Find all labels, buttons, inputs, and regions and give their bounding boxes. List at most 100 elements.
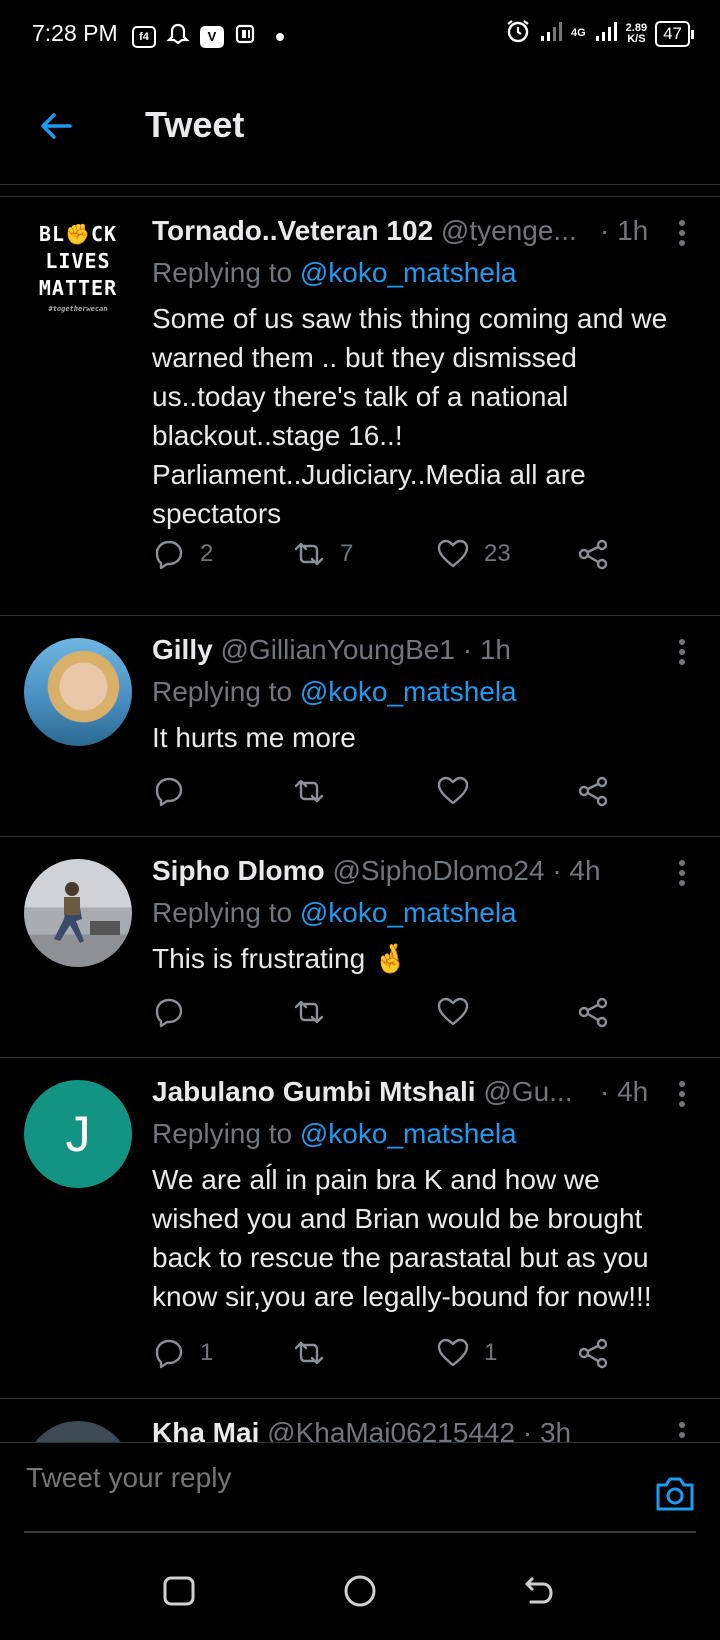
user-handle[interactable]: @tyenge...: [441, 215, 577, 246]
retweet-button[interactable]: 7: [292, 537, 353, 571]
retweet-button[interactable]: [292, 1336, 326, 1370]
user-handle[interactable]: @KhaMai06215442: [267, 1417, 515, 1442]
reply-input[interactable]: [24, 1461, 628, 1495]
heart-icon: [437, 997, 469, 1026]
page-title: Tweet: [145, 104, 245, 145]
retweet-icon: [294, 1341, 324, 1365]
tweet-time: · 3h: [522, 1417, 572, 1442]
back-button[interactable]: [522, 1574, 556, 1608]
reply-button[interactable]: [152, 774, 186, 808]
status-bar: 7:28 PM f4 V 4G 2.89 K/S 47: [0, 0, 720, 72]
tweet-text: We are aĺl in pain bra K and how we wish…: [152, 1164, 652, 1312]
replying-to-link[interactable]: @koko_matshela: [300, 897, 517, 928]
tweet-reply[interactable]: Kha Mai @KhaMai06215442 · 3h: [0, 1399, 720, 1442]
replying-label: Replying to: [152, 257, 293, 288]
replying-label: Replying to: [152, 676, 293, 707]
share-icon: [578, 776, 608, 807]
tweet-actions: 1 1: [152, 1336, 690, 1376]
retweet-icon: [294, 1000, 324, 1024]
avatar-text: MATTER: [38, 276, 118, 300]
reply-count: 2: [200, 540, 214, 567]
recent-apps-button[interactable]: [162, 1574, 196, 1608]
reply-icon: [155, 777, 183, 807]
share-button[interactable]: [576, 1336, 610, 1370]
back-arrow-icon[interactable]: [36, 106, 76, 146]
user-handle[interactable]: @GillianYoungBe1: [220, 634, 454, 665]
retweet-button[interactable]: [292, 995, 326, 1029]
reply-composer: [0, 1442, 720, 1539]
network-type: 4G: [570, 27, 586, 39]
more-options-icon[interactable]: [678, 1080, 686, 1108]
display-name[interactable]: Jabulano Gumbi Mtshali: [152, 1076, 476, 1107]
more-options-icon[interactable]: [678, 1421, 686, 1442]
replying-label: Replying to: [152, 1118, 293, 1149]
like-button[interactable]: [436, 995, 470, 1029]
retweet-button[interactable]: [292, 774, 326, 808]
tweet-actions: [152, 995, 690, 1035]
avatar-text: #togetherwecan: [48, 305, 108, 313]
input-underline: [24, 1531, 696, 1533]
user-handle[interactable]: @SiphoDlomo24: [332, 855, 544, 886]
reply-count: 1: [200, 1339, 214, 1366]
avatar[interactable]: J: [24, 1080, 132, 1188]
more-options-icon[interactable]: [678, 638, 686, 666]
avatar[interactable]: [24, 859, 132, 967]
share-icon: [578, 997, 608, 1028]
replies-feed[interactable]: BL✊CK LIVES MATTER #togetherwecan Tornad…: [0, 197, 720, 1442]
v-notification-icon: V: [200, 25, 224, 48]
reply-icon: [155, 998, 183, 1028]
more-options-icon[interactable]: [678, 219, 686, 247]
avatar-text: BL✊CK: [38, 222, 118, 246]
avatar-letter: J: [65, 1106, 91, 1162]
system-nav-bar: [0, 1540, 720, 1640]
heart-icon: [437, 776, 469, 805]
user-handle[interactable]: @Gu...: [483, 1076, 572, 1107]
like-count: 23: [484, 540, 511, 567]
reply-button[interactable]: 1: [152, 1336, 213, 1370]
camera-icon[interactable]: [654, 1475, 696, 1513]
avatar[interactable]: [24, 1421, 132, 1442]
tweet-time: · 1h: [600, 215, 649, 246]
like-count: 1: [484, 1339, 498, 1366]
signal-icon-1: [539, 20, 563, 47]
reply-button[interactable]: [152, 995, 186, 1029]
more-notifications-dot: [276, 32, 284, 41]
like-button[interactable]: [436, 774, 470, 808]
replying-label: Replying to: [152, 897, 293, 928]
battery-indicator: 47: [655, 20, 694, 47]
replying-to-link[interactable]: @koko_matshela: [300, 257, 517, 288]
tweet-reply[interactable]: Sipho Dlomo @SiphoDlomo24 · 4h Replying …: [0, 837, 720, 1058]
tweet-text: Some of us saw this thing coming and we …: [152, 303, 668, 529]
retweet-icon: [294, 542, 324, 566]
tweet-actions: [152, 774, 690, 814]
more-options-icon[interactable]: [678, 859, 686, 887]
share-button[interactable]: [576, 995, 610, 1029]
heart-icon: [437, 1338, 469, 1367]
replying-to-link[interactable]: @koko_matshela: [300, 1118, 517, 1149]
tweet-time: · 4h: [600, 1076, 649, 1107]
tweet-reply[interactable]: BL✊CK LIVES MATTER #togetherwecan Tornad…: [0, 197, 720, 616]
display-name[interactable]: Tornado..Veteran 102: [152, 215, 433, 246]
avatar[interactable]: BL✊CK LIVES MATTER #togetherwecan: [24, 219, 132, 327]
alarm-icon: [505, 18, 531, 49]
share-button[interactable]: [576, 537, 610, 571]
tweet-reply[interactable]: J Jabulano Gumbi Mtshali @Gu... · 4h Rep…: [0, 1058, 720, 1399]
retweet-icon: [294, 779, 324, 803]
ghost-notification-icon: [166, 22, 190, 51]
display-name[interactable]: Kha Mai: [152, 1417, 259, 1442]
reply-button[interactable]: 2: [152, 537, 213, 571]
tweet-reply[interactable]: Gilly @GillianYoungBe1 · 1h Replying to …: [0, 616, 720, 837]
display-name[interactable]: Gilly: [152, 634, 213, 665]
like-button[interactable]: 1: [436, 1336, 497, 1370]
tweet-actions: 2 7 23: [152, 537, 690, 577]
top-app-bar: Tweet: [0, 72, 720, 185]
avatar[interactable]: [24, 638, 132, 746]
retweet-count: 7: [340, 540, 354, 567]
like-button[interactable]: 23: [436, 537, 511, 571]
share-button[interactable]: [576, 774, 610, 808]
display-name[interactable]: Sipho Dlomo: [152, 855, 325, 886]
replying-to-link[interactable]: @koko_matshela: [300, 676, 517, 707]
home-button[interactable]: [343, 1574, 377, 1608]
avatar-text: LIVES: [45, 249, 111, 273]
app-notification-icon: f4: [132, 25, 156, 48]
